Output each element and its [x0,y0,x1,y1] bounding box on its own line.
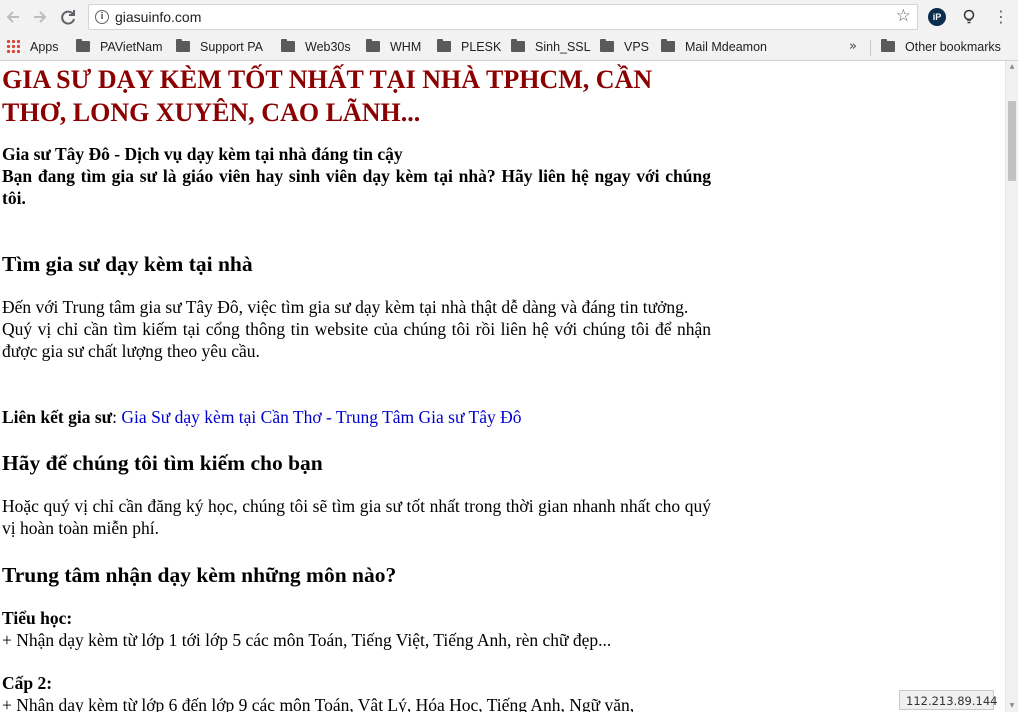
apps-grid-icon [6,39,20,53]
site-info-icon[interactable]: i [95,10,109,24]
secondary-text: + Nhận dạy kèm từ lớp 6 đến lớp 9 các mô… [2,695,635,712]
bookmark-other[interactable]: Other bookmarks [881,38,1001,56]
web-page: GIA SƯ DẠY KÈM TỐT NHẤT TẠI NHÀ TPHCM, C… [0,61,1005,712]
bookmark-label: Support PA [200,40,264,54]
paragraph: Quý vị chỉ cần tìm kiếm tại cổng thông t… [2,319,711,361]
reload-icon[interactable] [57,6,79,28]
bookmark-star-icon[interactable]: ☆ [896,6,911,26]
section-heading-find-tutor: Tìm gia sư dạy kèm tại nhà [2,252,253,276]
link-label: Liên kết gia sư [2,407,113,427]
bookmark-label: Apps [30,40,59,54]
secondary-label: Cấp 2: [2,673,53,693]
folder-icon [366,39,380,52]
url-text[interactable]: giasuinfo.com [115,9,201,25]
chrome-menu-icon[interactable]: ⋮ [992,8,1010,26]
back-arrow-svg [6,11,19,23]
folder-icon [661,39,675,52]
secondary-school-block: Cấp 2: + Nhận dạy kèm từ lớp 6 đến lớp 9… [2,672,711,712]
tutor-link-row: Liên kết gia sư: Gia Sư dạy kèm tại Cần … [2,406,711,428]
folder-icon [511,39,525,52]
address-bar[interactable]: i giasuinfo.com ☆ [88,4,918,30]
bookmark-label: PAVietNam [100,40,163,54]
section-heading-subjects: Trung tâm nhận dạy kèm những môn nào? [2,563,397,587]
paragraph: Đến với Trung tâm gia sư Tây Đô, việc tì… [2,297,689,317]
bookmark-plesk[interactable]: PLESK [437,38,501,56]
bookmark-pavietnam[interactable]: PAVietNam [76,38,163,56]
folder-icon [76,39,90,52]
bookmarks-overflow-chevron-icon[interactable]: » [849,38,857,56]
bulb-svg [963,9,975,24]
back-icon[interactable] [2,6,24,28]
bookmark-mail-mdeamon[interactable]: Mail Mdeamon [661,38,767,56]
bookmark-label: Sinh_SSL [535,40,591,54]
primary-label: Tiểu học: [2,608,73,628]
scroll-up-arrow-icon[interactable]: ▲ [1006,61,1018,73]
bookmark-apps[interactable]: Apps [6,38,59,56]
forward-arrow-svg [34,11,47,23]
page-scrollbar[interactable]: ▲ ▼ [1005,61,1018,712]
bookmark-label: Mail Mdeamon [685,40,767,54]
bookmark-support-pa[interactable]: Support PA [176,38,263,56]
browser-toolbar: i giasuinfo.com ☆ iP ⋮ [0,0,1018,34]
bookmark-label: Web30s [305,40,351,54]
folder-icon [281,39,295,52]
bookmark-vps[interactable]: VPS [600,38,649,56]
bookmarks-bar: Apps PAVietNam Support PA Web30s WHM PLE… [0,34,1018,61]
scroll-down-arrow-icon[interactable]: ▼ [1006,700,1018,712]
bookmark-label: WHM [390,40,422,54]
bookmark-web30s[interactable]: Web30s [281,38,351,56]
reload-svg [61,10,75,25]
bookmark-whm[interactable]: WHM [366,38,421,56]
paragraph-we-find: Hoặc quý vị chỉ cần đăng ký học, chúng t… [2,496,711,538]
folder-icon [881,39,895,52]
folder-icon [600,39,614,52]
section-heading-we-find: Hãy để chúng tôi tìm kiếm cho bạn [2,451,323,475]
folder-icon [437,39,451,52]
bookmark-label: Other bookmarks [905,40,1001,54]
folder-icon [176,39,190,52]
section-find-tutor-text: Đến với Trung tâm gia sư Tây Đô, việc tì… [2,296,711,362]
forward-icon[interactable] [29,6,51,28]
intro-line-1: Gia sư Tây Đô - Dịch vụ dạy kèm tại nhà … [2,144,403,164]
intro-line-2: Bạn đang tìm gia sư là giáo viên hay sin… [2,166,711,208]
ip-extension-icon[interactable]: iP [928,8,946,26]
intro-block: Gia sư Tây Đô - Dịch vụ dạy kèm tại nhà … [2,143,711,209]
scrollbar-thumb[interactable] [1008,101,1016,181]
tutor-can-tho-link[interactable]: Gia Sư dạy kèm tại Cần Thơ - Trung Tâm G… [121,407,521,427]
bookmark-label: VPS [624,40,650,54]
ip-address-badge: 112.213.89.144 [899,690,997,710]
bookmarks-divider [870,40,871,56]
primary-school-block: Tiểu học: + Nhận dạy kèm từ lớp 1 tới lớ… [2,607,711,651]
bulb-extension-icon[interactable] [960,8,978,26]
page-title: GIA SƯ DẠY KÈM TỐT NHẤT TẠI NHÀ TPHCM, C… [2,65,653,127]
bookmark-label: PLESK [461,40,502,54]
bookmark-sinh-ssl[interactable]: Sinh_SSL [511,38,591,56]
primary-text: + Nhận dạy kèm từ lớp 1 tới lớp 5 các mô… [2,630,612,650]
